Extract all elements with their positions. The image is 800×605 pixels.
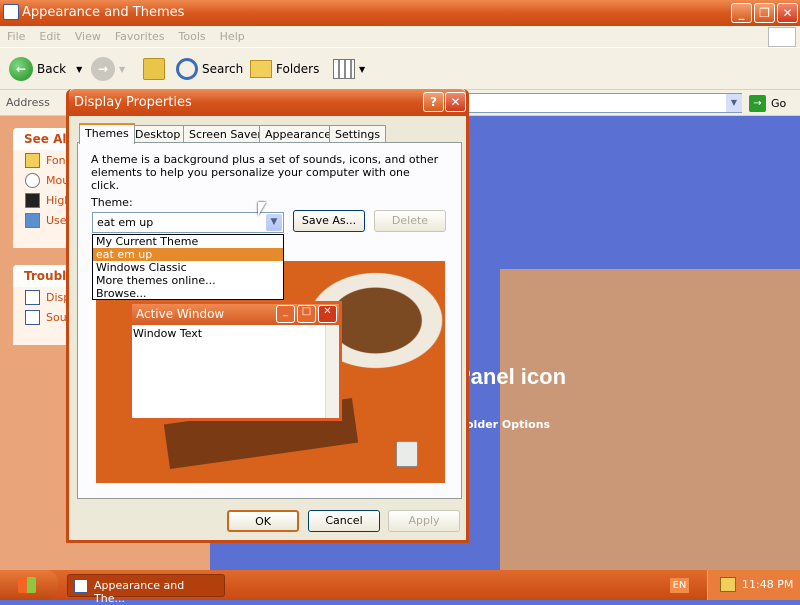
ok-button[interactable]: OK <box>227 510 299 532</box>
menu-tools[interactable]: Tools <box>172 26 213 43</box>
tab-desktop[interactable]: Desktop <box>129 125 187 143</box>
preview-minimize-icon: _ <box>276 305 295 323</box>
menu-view[interactable]: View <box>68 26 108 43</box>
theme-option[interactable]: Windows Classic <box>93 261 283 274</box>
back-button[interactable]: ← Back ▼ <box>9 56 82 82</box>
chevron-down-icon: ▼ <box>359 64 366 74</box>
preview-maximize-icon: □ <box>297 305 316 323</box>
address-dropdown-button[interactable]: ▼ <box>726 94 742 112</box>
back-arrow-icon: ← <box>9 57 33 81</box>
toolbar: ← Back ▼ → ▼ Search Folders ▼ <box>0 48 800 90</box>
tab-screen-saver[interactable]: Screen Saver <box>183 125 268 143</box>
clock[interactable]: 11:48 PM <box>742 578 793 591</box>
content-heading: Panel icon <box>456 364 567 389</box>
chevron-down-icon[interactable]: ▼ <box>266 214 282 231</box>
theme-option[interactable]: Browse... <box>93 287 283 300</box>
preview-scrollbar <box>325 325 339 418</box>
save-as-button[interactable]: Save As... <box>293 210 365 232</box>
user-accounts-icon <box>25 212 40 228</box>
windows-logo-icon <box>768 27 796 47</box>
theme-option[interactable]: More themes online... <box>93 274 283 287</box>
apply-button[interactable]: Apply <box>388 510 460 532</box>
help-button[interactable]: ? <box>423 92 444 112</box>
forward-button[interactable]: → ▼ <box>91 56 125 82</box>
see-also-item-label: Use <box>46 213 67 227</box>
theme-label: Theme: <box>91 196 133 209</box>
folders-button[interactable]: Folders <box>250 56 319 82</box>
views-icon <box>333 59 355 79</box>
theme-option[interactable]: My Current Theme <box>93 235 283 248</box>
delete-button[interactable]: Delete <box>374 210 446 232</box>
fonts-icon <box>25 152 40 168</box>
window-icon <box>3 4 19 20</box>
menu-help[interactable]: Help <box>213 26 252 43</box>
preview-close-icon: ✕ <box>318 305 337 323</box>
forward-arrow-icon: → <box>91 57 115 81</box>
window-titlebar[interactable]: Appearance and Themes _ ❐ ✕ <box>0 0 800 26</box>
taskbar-item-appearance[interactable]: Appearance and The... <box>67 574 225 605</box>
menu-favorites[interactable]: Favorites <box>108 26 172 43</box>
preview-window-title: Active Window <box>136 307 225 321</box>
search-label: Search <box>202 62 244 76</box>
go-arrow-icon[interactable]: → <box>749 95 766 112</box>
menu-file[interactable]: File <box>0 26 32 43</box>
network-icon[interactable] <box>720 577 736 592</box>
search-button[interactable]: Search <box>176 56 243 82</box>
menu-edit[interactable]: Edit <box>32 26 67 43</box>
preview-window-text: Window Text <box>133 327 203 340</box>
folder-options-link[interactable]: older Options <box>466 418 550 431</box>
see-also-item-label: Fon <box>46 153 66 167</box>
dialog-titlebar[interactable]: Display Properties ? ✕ <box>69 89 466 116</box>
address-input[interactable] <box>468 93 742 113</box>
cancel-button[interactable]: Cancel <box>308 510 380 532</box>
up-folder-icon[interactable] <box>143 58 165 80</box>
dialog-close-button[interactable]: ✕ <box>445 92 466 112</box>
taskbar-window-icon <box>74 579 88 593</box>
help-icon <box>25 309 40 325</box>
go-label[interactable]: Go <box>771 97 786 110</box>
display-properties-dialog: Display Properties ? ✕ Themes Desktop Sc… <box>66 89 469 543</box>
chevron-down-icon[interactable]: ▼ <box>76 65 82 74</box>
windows-flag-icon <box>18 577 36 593</box>
mouse-cursor-icon <box>258 202 266 216</box>
theme-dropdown-list: My Current Theme eat em up Windows Class… <box>92 234 284 300</box>
tab-appearance[interactable]: Appearance <box>259 125 338 143</box>
system-tray: 11:48 PM <box>707 570 800 600</box>
dialog-title: Display Properties <box>74 95 192 110</box>
tab-settings[interactable]: Settings <box>329 125 387 143</box>
window-title: Appearance and Themes <box>22 5 185 20</box>
start-button[interactable] <box>0 570 58 600</box>
minimize-button[interactable]: _ <box>731 3 752 23</box>
menu-bar: File Edit View Favorites Tools Help <box>0 26 800 48</box>
folders-label: Folders <box>276 62 320 76</box>
contrast-icon <box>25 192 40 208</box>
search-icon <box>176 58 198 80</box>
address-label: Address <box>6 96 50 109</box>
folders-icon <box>250 60 272 78</box>
views-button[interactable]: ▼ <box>333 56 365 82</box>
back-label: Back <box>37 62 67 76</box>
language-indicator[interactable]: EN <box>670 578 689 593</box>
close-button[interactable]: ✕ <box>777 3 798 23</box>
theme-description: A theme is a background plus a set of so… <box>91 153 439 192</box>
preview-active-window: Active Window _ □ ✕ Window Text <box>129 301 342 421</box>
help-icon <box>25 289 40 305</box>
taskbar-item-label: Appearance and The... <box>94 579 185 605</box>
theme-select-value: eat em up <box>97 216 154 229</box>
mouse-icon <box>25 172 40 188</box>
troubleshooter-item-label: Sou <box>46 310 67 324</box>
recycle-bin-icon <box>396 441 418 467</box>
chevron-down-icon[interactable]: ▼ <box>119 65 125 74</box>
maximize-button[interactable]: ❐ <box>754 3 775 23</box>
tab-themes[interactable]: Themes <box>79 123 135 144</box>
theme-select[interactable]: eat em up ▼ <box>92 212 284 233</box>
theme-option-selected[interactable]: eat em up <box>93 248 283 261</box>
